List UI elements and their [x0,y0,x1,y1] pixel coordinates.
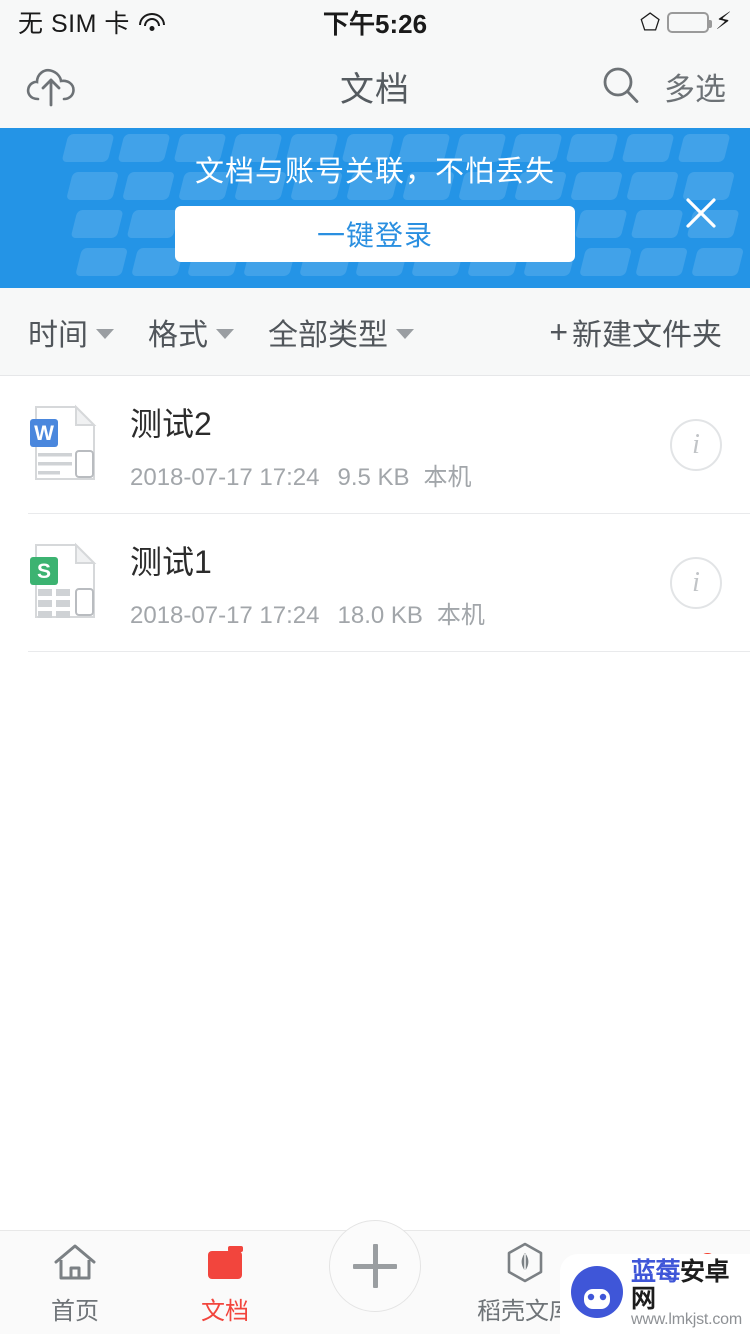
wifi-icon [138,12,165,32]
nav-bar-left [24,63,340,109]
filter-sort-time-label: 时间 [28,318,88,352]
filter-sort-time[interactable]: 时间 [28,310,114,354]
android-robot-logo [570,1265,624,1324]
close-icon[interactable] [678,190,724,236]
info-icon[interactable]: i [670,419,722,471]
file-size: 18.0 KB [337,601,423,629]
file-location: 本机 [423,463,472,491]
new-folder-label: 新建文件夹 [572,318,722,352]
watermark-url: www.lmkjst.com [631,1310,742,1328]
file-name: 测试2 [130,405,212,442]
file-info: 测试2 2018-07-17 17:24 9.5 KB 本机 [130,399,670,492]
table-row[interactable]: W 测试2 2018-07-17 17:24 9.5 KB 本机 i [0,376,750,514]
chevron-down-icon [396,328,414,339]
file-date: 2018-07-17 17:24 [130,463,320,491]
search-icon[interactable] [600,65,642,107]
chevron-down-icon [96,328,114,339]
file-subtitle: 2018-07-17 17:24 9.5 KB 本机 [130,457,670,492]
status-bar-left: 无 SIM 卡 [18,4,323,40]
status-bar-clock: 下午5:26 [322,8,428,39]
plus-icon: + [549,313,568,350]
table-row[interactable]: S 测试1 2018-07-17 17:24 18.0 KB 本机 i [0,514,750,652]
info-icon[interactable]: i [670,557,722,609]
bluetooth-icon: ⬠ [640,8,661,35]
filter-all-types-label: 全部类型 [268,318,388,352]
file-info: 测试1 2018-07-17 17:24 18.0 KB 本机 [130,537,670,630]
home-icon [52,1241,98,1285]
filter-bar: 时间 格式 全部类型 + 新建文件夹 [0,288,750,376]
tab-documents-label: 文档 [201,1297,249,1325]
nav-bar: 文档 多选 [0,44,750,128]
page-title: 文档 [340,70,410,109]
status-bar-right: ⬠ ⚡ [427,10,732,34]
app-screen: 无 SIM 卡 下午5:26 ⬠ ⚡ 文档 多选 文档与账号关联，不怕丢失 一键… [0,0,750,1334]
watermark-brand-blue: 蓝莓 [631,1258,681,1287]
new-folder-button[interactable]: + 新建文件夹 [549,310,722,354]
login-promo-banner: 文档与账号关联，不怕丢失 一键登录 [0,128,750,288]
charging-bolt-icon: ⚡ [715,8,733,35]
site-watermark: 蓝莓安卓网 www.lmkjst.com [560,1254,750,1334]
word-document-icon: W [28,403,102,488]
file-date: 2018-07-17 17:24 [130,601,320,629]
file-location: 本机 [436,601,485,629]
banner-content: 文档与账号关联，不怕丢失 一键登录 [0,128,750,288]
status-bar: 无 SIM 卡 下午5:26 ⬠ ⚡ [0,0,750,44]
file-list: W 测试2 2018-07-17 17:24 9.5 KB 本机 i S 测试1… [0,376,750,652]
carrier-label: 无 SIM 卡 [18,10,130,38]
file-name: 测试1 [130,543,212,580]
filter-format[interactable]: 格式 [148,310,234,354]
battery-icon [667,11,713,33]
create-new-button[interactable] [329,1220,421,1312]
hexagon-leaf-icon [502,1241,548,1285]
file-subtitle: 2018-07-17 17:24 18.0 KB 本机 [130,595,670,630]
tab-documents[interactable]: 文档 [150,1231,300,1334]
banner-message: 文档与账号关联，不怕丢失 [194,156,555,188]
filter-format-label: 格式 [148,318,208,352]
multi-select-button[interactable]: 多选 [664,64,726,109]
tab-home-label: 首页 [51,1297,99,1325]
nav-bar-right: 多选 [410,64,726,109]
watermark-text: 蓝莓安卓网 www.lmkjst.com [631,1259,744,1328]
svg-text:W: W [34,422,54,445]
one-key-login-button[interactable]: 一键登录 [175,206,575,262]
filter-all-types[interactable]: 全部类型 [268,310,414,354]
cloud-upload-icon[interactable] [24,63,78,109]
tab-home[interactable]: 首页 [0,1231,150,1334]
tab-docer-library-label: 稻壳文库 [477,1297,573,1325]
spreadsheet-document-icon: S [28,541,102,626]
file-size: 9.5 KB [337,463,410,491]
chevron-down-icon [216,328,234,339]
folder-icon [202,1241,248,1285]
svg-text:S: S [37,560,51,583]
watermark-brand: 蓝莓安卓网 [631,1259,744,1312]
